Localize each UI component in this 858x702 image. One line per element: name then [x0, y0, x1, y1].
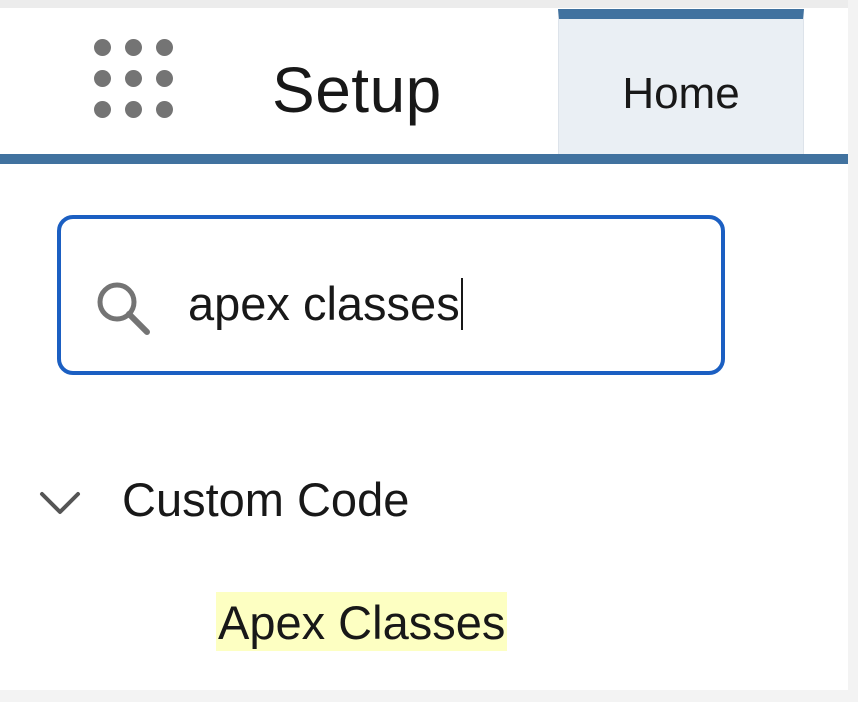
tree-section-label: Custom Code [122, 473, 410, 526]
tab-home-label: Home [622, 69, 740, 118]
quick-find-input[interactable]: apex classes [188, 274, 463, 334]
chevron-down-icon[interactable] [36, 486, 84, 522]
app-launcher-icon[interactable] [94, 39, 186, 131]
header-accent-bar [0, 154, 848, 164]
tab-home[interactable]: Home [558, 9, 804, 154]
setup-header: Setup Home [0, 8, 848, 154]
tree-item-apex-classes[interactable]: Apex Classes [216, 592, 508, 651]
text-cursor [460, 278, 463, 330]
setup-panel: Setup Home apex classes Custom Code Apex… [0, 0, 848, 690]
quick-find-value: apex classes [188, 277, 460, 330]
search-icon [97, 282, 150, 335]
app-title: Setup [272, 54, 442, 126]
